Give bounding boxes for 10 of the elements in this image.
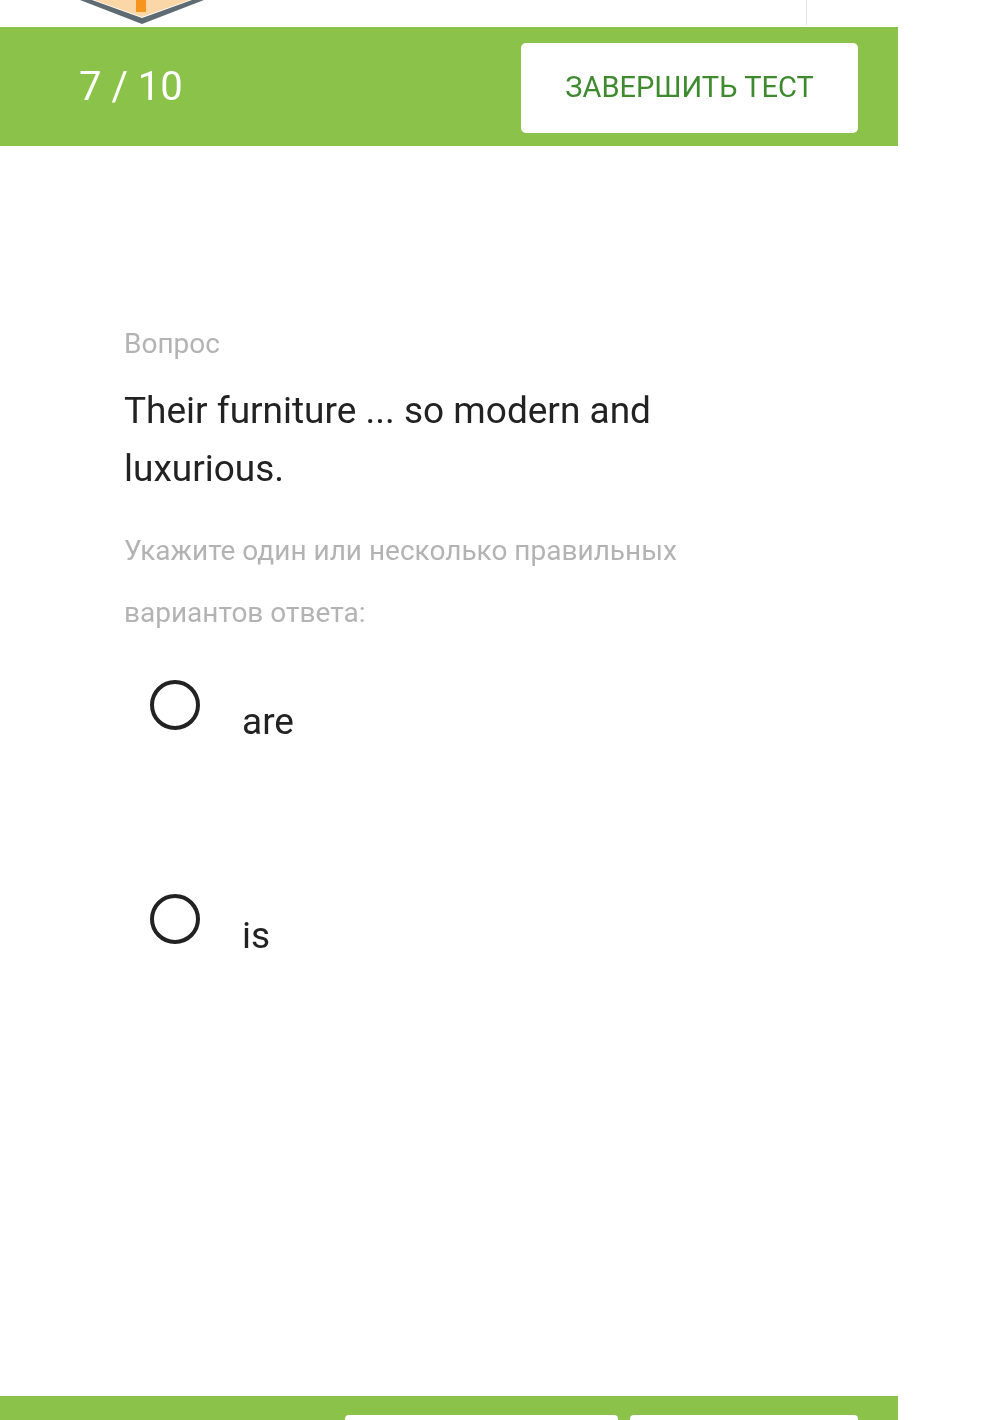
question-text: Their furniture ... so modern and luxurious. — [124, 388, 652, 492]
radio-button[interactable] — [150, 680, 200, 730]
instruction-text: Укажите один или несколько правильных вариантов ответа: — [124, 533, 678, 631]
question-label: Вопрос — [124, 326, 221, 362]
option-label[interactable]: is — [242, 912, 271, 960]
logo-icon — [80, 0, 204, 27]
radio-button[interactable] — [150, 894, 200, 944]
option-label[interactable]: are — [242, 698, 294, 746]
finish-test-button[interactable]: ЗАВЕРШИТЬ ТЕСТ — [521, 42, 858, 133]
progress-counter: 7 / 10 — [79, 61, 183, 112]
